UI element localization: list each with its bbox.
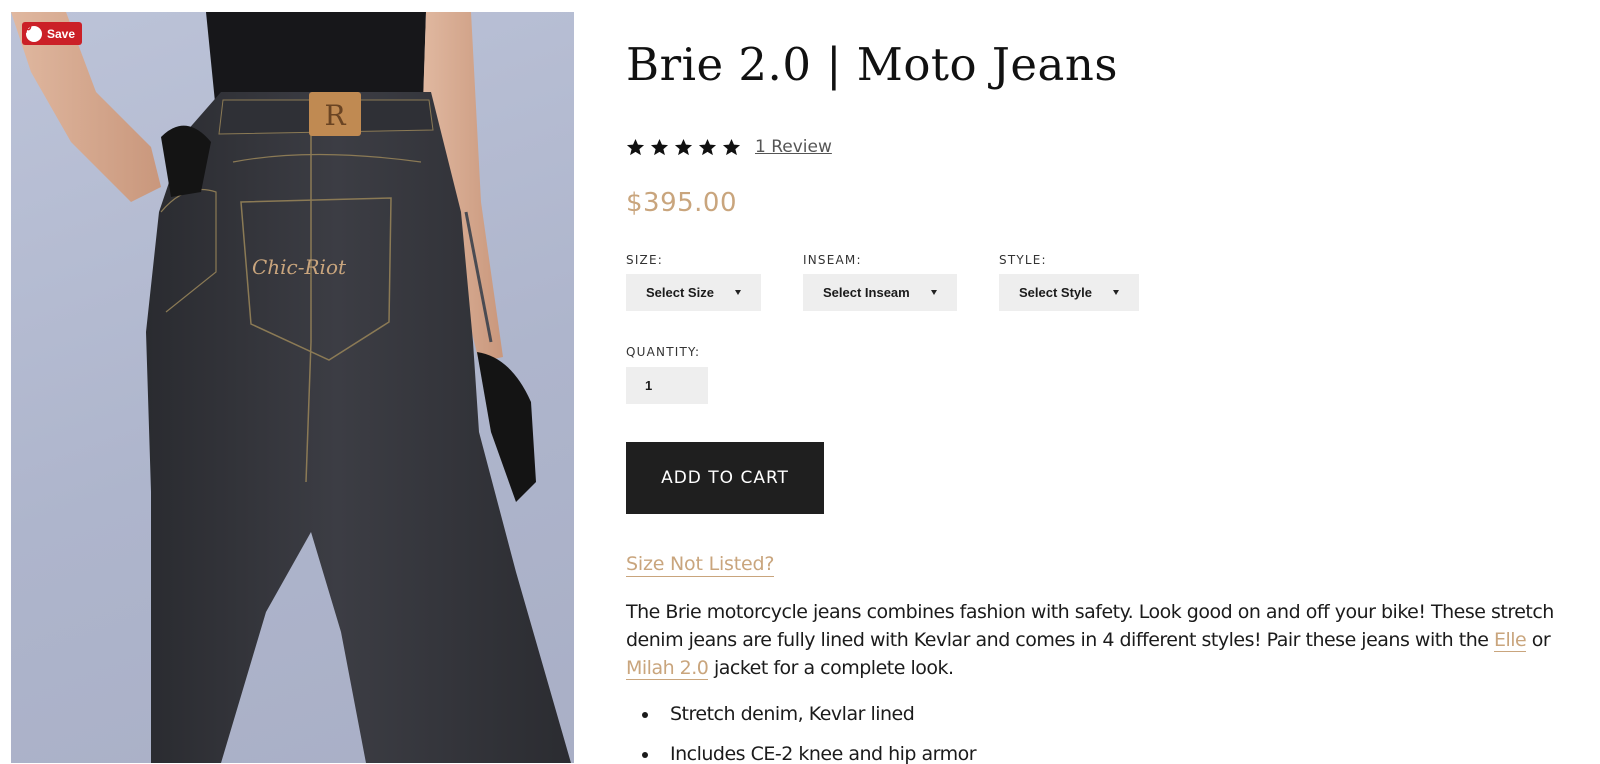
reviews-link[interactable]: 1 Review xyxy=(755,137,832,157)
description-text: jacket for a complete look. xyxy=(708,657,954,679)
caret-down-icon xyxy=(1113,290,1119,295)
product-description: The Brie motorcycle jeans combines fashi… xyxy=(626,598,1556,682)
inseam-select[interactable]: Select Inseam xyxy=(803,274,957,311)
style-select[interactable]: Select Style xyxy=(999,274,1139,311)
star-icon xyxy=(698,138,717,155)
star-icon xyxy=(674,138,693,155)
patch-letter: R xyxy=(324,99,346,132)
product-photo: R Chic-Riot xyxy=(11,12,571,763)
milah-link[interactable]: Milah 2.0 xyxy=(626,657,709,680)
feature-list: Stretch denim, Kevlar lined Includes CE-… xyxy=(642,700,977,764)
style-select-value: Select Style xyxy=(1019,285,1092,300)
product-price: $395.00 xyxy=(626,188,738,218)
product-rating: 1 Review xyxy=(626,137,832,157)
quantity-label: QUANTITY: xyxy=(626,345,701,359)
star-icon xyxy=(722,138,741,155)
caret-down-icon xyxy=(735,290,741,295)
description-text: or xyxy=(1526,629,1551,651)
star-icon xyxy=(626,138,645,155)
feature-item: Stretch denim, Kevlar lined xyxy=(642,700,976,740)
product-image[interactable]: R Chic-Riot Save xyxy=(11,12,574,763)
elle-link[interactable]: Elle xyxy=(1493,629,1527,652)
inseam-label: INSEAM: xyxy=(803,253,862,267)
size-not-listed-link[interactable]: Size Not Listed? xyxy=(626,553,774,577)
size-select[interactable]: Select Size xyxy=(626,274,761,311)
description-text: The Brie motorcycle jeans combines fashi… xyxy=(626,601,1554,651)
size-select-value: Select Size xyxy=(646,285,714,300)
style-label: STYLE: xyxy=(999,253,1047,267)
add-to-cart-button[interactable]: ADD TO CART xyxy=(626,442,824,514)
caret-down-icon xyxy=(931,290,937,295)
size-label: SIZE: xyxy=(626,253,664,267)
quantity-input[interactable] xyxy=(626,367,708,404)
pinterest-save-label: Save xyxy=(47,26,76,41)
pocket-embroidery: Chic-Riot xyxy=(252,255,347,279)
pinterest-save-button[interactable]: Save xyxy=(22,22,83,45)
pinterest-icon xyxy=(24,23,42,42)
feature-item: Includes CE-2 knee and hip armor xyxy=(642,740,977,764)
inseam-select-value: Select Inseam xyxy=(823,285,910,300)
star-rating xyxy=(626,138,741,157)
product-title: Brie 2.0 | Moto Jeans xyxy=(626,38,1118,91)
star-icon xyxy=(650,138,669,155)
